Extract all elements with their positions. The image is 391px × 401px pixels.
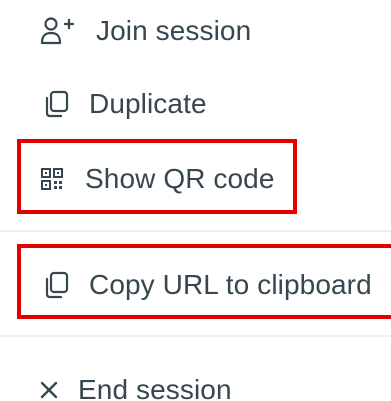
qr-code-icon bbox=[40, 168, 64, 190]
copy-icon bbox=[40, 89, 72, 119]
session-menu: Join session Duplicate Show QR code Copy… bbox=[0, 0, 391, 401]
duplicate-item[interactable]: Duplicate bbox=[40, 86, 207, 122]
end-session-label: End session bbox=[78, 374, 232, 401]
copy-icon bbox=[40, 270, 72, 300]
join-session-item[interactable]: Join session bbox=[40, 12, 251, 50]
show-qr-code-item[interactable]: Show QR code bbox=[40, 161, 275, 197]
divider bbox=[0, 335, 391, 337]
copy-url-label: Copy URL to clipboard bbox=[89, 269, 372, 300]
end-session-item[interactable]: End session bbox=[38, 372, 232, 401]
copy-url-item[interactable]: Copy URL to clipboard bbox=[40, 267, 372, 303]
person-add-icon bbox=[40, 16, 76, 46]
divider bbox=[0, 230, 391, 232]
show-qr-code-label: Show QR code bbox=[85, 163, 275, 194]
join-session-label: Join session bbox=[96, 15, 252, 46]
close-icon bbox=[38, 380, 60, 400]
duplicate-label: Duplicate bbox=[89, 88, 207, 119]
